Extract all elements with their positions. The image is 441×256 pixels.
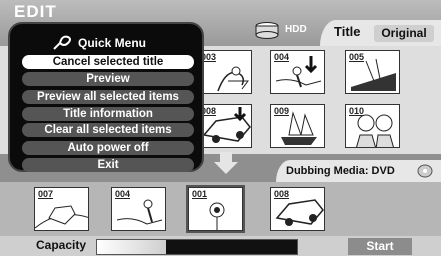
quick-menu-title: Quick Menu [78,36,147,50]
quick-menu-item[interactable]: Cancel selected title [22,55,194,69]
quick-menu-icon [53,35,71,50]
start-button[interactable]: Start [348,238,412,255]
thumbnail-number: 001 [192,189,208,199]
capacity-used-fill [97,240,166,254]
hdd-label: HDD [285,24,307,35]
thumbnail-number: 004 [274,52,290,62]
screen-title: EDIT [14,2,57,21]
dubbing-thumbnail-007[interactable]: 007 [34,187,89,231]
thumbnail-003[interactable]: 003 [197,50,252,94]
thumbnail-number: 004 [115,189,131,199]
thumbnail-number: 010 [349,106,365,116]
thumbnail-number: 008 [274,189,290,199]
thumbnail-008[interactable]: 008 [197,104,252,148]
dubbing-thumbnail-008[interactable]: 008 [270,187,325,231]
quick-menu-item[interactable]: Preview all selected items [22,90,194,104]
quick-menu-item[interactable]: Clear all selected items [22,123,194,137]
dubbing-media-label: Dubbing Media: DVD [286,165,395,177]
thumbnail-number: 009 [274,106,290,116]
dubbing-thumbnail-004[interactable]: 004 [111,187,166,231]
quick-menu-item[interactable]: Exit [22,158,194,172]
thumbnail-009[interactable]: 009 [270,104,325,148]
thumbnail-005[interactable]: 005 [345,50,400,94]
thumbnail-number: 005 [349,52,365,62]
quick-menu-item[interactable]: Preview [22,72,194,86]
quick-menu-item[interactable]: Title information [22,107,194,121]
dubbing-thumbnail-001[interactable]: 001 [188,187,243,231]
capacity-label: Capacity [36,238,87,252]
thumbnail-004[interactable]: 004 [270,50,325,94]
hdd-icon [255,22,279,39]
dubbing-list: 007 004 001 008 [0,182,441,236]
title-tab-label: Title [334,24,361,39]
thumbnail-010[interactable]: 010 [345,104,400,148]
original-tab[interactable]: Original [374,25,434,42]
quick-menu-item[interactable]: Auto power off [22,141,194,155]
dvd-disc-icon [417,164,433,178]
down-arrow-icon [214,152,238,174]
thumbnail-number: 007 [38,189,54,199]
